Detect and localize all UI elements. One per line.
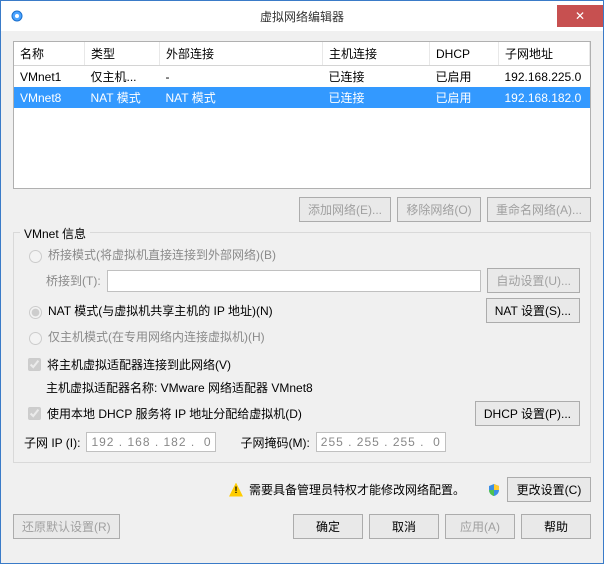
apply-button[interactable]: 应用(A) [445, 514, 515, 539]
use-dhcp-label: 使用本地 DHCP 服务将 IP 地址分配给虚拟机(D) [47, 405, 302, 422]
ok-button[interactable]: 确定 [293, 514, 363, 539]
host-only-label: 仅主机模式(在专用网络内连接虚拟机)(H) [48, 328, 265, 345]
cell-subnet: 192.168.182.0 [499, 87, 590, 108]
rename-network-button[interactable]: 重命名网络(A)... [487, 197, 591, 222]
use-dhcp-row: 使用本地 DHCP 服务将 IP 地址分配给虚拟机(D) DHCP 设置(P).… [24, 401, 580, 426]
col-header[interactable]: 外部连接 [160, 42, 323, 66]
remove-network-button[interactable]: 移除网络(O) [397, 197, 481, 222]
adapter-name-text: 主机虚拟适配器名称: VMware 网络适配器 VMnet8 [46, 379, 313, 396]
cell-name: VMnet1 [14, 66, 85, 88]
col-header[interactable]: 子网地址 [499, 42, 590, 66]
auto-settings-button: 自动设置(U)... [487, 268, 580, 293]
cell-name: VMnet8 [14, 87, 85, 108]
nat-radio [29, 306, 42, 319]
cell-ext: NAT 模式 [160, 87, 323, 108]
cell-dhcp: 已启用 [430, 87, 499, 108]
network-table[interactable]: 名称类型外部连接主机连接DHCP子网地址 VMnet1仅主机...-已连接已启用… [13, 41, 591, 189]
cell-subnet: 192.168.225.0 [499, 66, 590, 88]
shield-icon [487, 483, 501, 497]
change-settings-button[interactable]: 更改设置(C) [507, 477, 591, 502]
warning-text: 需要具备管理员特权才能修改网络配置。 [249, 481, 465, 498]
bridge-to-row: 桥接到(T): 自动设置(U)... [46, 268, 580, 293]
subnet-row: 子网 IP (I): 子网掩码(M): [24, 432, 580, 452]
connect-host-checkbox [28, 358, 41, 371]
cell-ext: - [160, 66, 323, 88]
subnet-mask-input [316, 432, 446, 452]
nat-mode-row: NAT 模式(与虚拟机共享主机的 IP 地址)(N) NAT 设置(S)... [24, 298, 580, 323]
bridge-mode-row: 桥接模式(将虚拟机直接连接到外部网络)(B) [24, 246, 580, 263]
window-title: 虚拟网络编辑器 [1, 8, 603, 25]
cell-type: 仅主机... [85, 66, 160, 88]
subnet-ip-label: 子网 IP (I): [24, 434, 80, 451]
dhcp-settings-button[interactable]: DHCP 设置(P)... [475, 401, 580, 426]
add-network-button[interactable]: 添加网络(E)... [299, 197, 391, 222]
bridge-to-label: 桥接到(T): [46, 272, 101, 289]
dialog-buttons-row: 还原默认设置(R) 确定 取消 应用(A) 帮助 [13, 508, 591, 539]
nat-label: NAT 模式(与虚拟机共享主机的 IP 地址)(N) [48, 302, 273, 319]
warning-icon: ! [229, 483, 243, 497]
content-area: 名称类型外部连接主机连接DHCP子网地址 VMnet1仅主机...-已连接已启用… [1, 31, 603, 563]
titlebar: 虚拟网络编辑器 ✕ [1, 1, 603, 31]
table-row[interactable]: VMnet8NAT 模式NAT 模式已连接已启用192.168.182.0 [14, 87, 590, 108]
vmnet-info-group: VMnet 信息 桥接模式(将虚拟机直接连接到外部网络)(B) 桥接到(T): … [13, 232, 591, 463]
group-title: VMnet 信息 [20, 225, 90, 242]
use-dhcp-checkbox [28, 407, 41, 420]
connect-host-label: 将主机虚拟适配器连接到此网络(V) [47, 356, 231, 373]
cell-type: NAT 模式 [85, 87, 160, 108]
subnet-mask-label: 子网掩码(M): [240, 434, 309, 451]
cancel-button[interactable]: 取消 [369, 514, 439, 539]
warning-row: ! 需要具备管理员特权才能修改网络配置。 更改设置(C) [13, 477, 591, 502]
connect-host-row: 将主机虚拟适配器连接到此网络(V) [24, 355, 580, 374]
col-header[interactable]: DHCP [430, 42, 499, 66]
nat-settings-button[interactable]: NAT 设置(S)... [486, 298, 580, 323]
bridge-label: 桥接模式(将虚拟机直接连接到外部网络)(B) [48, 246, 276, 263]
bridge-to-select [107, 270, 482, 292]
cell-dhcp: 已启用 [430, 66, 499, 88]
virtual-network-editor-window: 虚拟网络编辑器 ✕ 名称类型外部连接主机连接DHCP子网地址 VMnet1仅主机… [0, 0, 604, 564]
host-only-row: 仅主机模式(在专用网络内连接虚拟机)(H) [24, 328, 580, 345]
cell-host: 已连接 [323, 87, 430, 108]
restore-defaults-button[interactable]: 还原默认设置(R) [13, 514, 120, 539]
col-header[interactable]: 名称 [14, 42, 85, 66]
network-buttons-row: 添加网络(E)... 移除网络(O) 重命名网络(A)... [13, 197, 591, 222]
col-header[interactable]: 类型 [85, 42, 160, 66]
host-only-radio [29, 332, 42, 345]
adapter-name-row: 主机虚拟适配器名称: VMware 网络适配器 VMnet8 [46, 379, 580, 396]
col-header[interactable]: 主机连接 [323, 42, 430, 66]
help-button[interactable]: 帮助 [521, 514, 591, 539]
subnet-ip-input [86, 432, 216, 452]
bridge-radio [29, 250, 42, 263]
cell-host: 已连接 [323, 66, 430, 88]
table-row[interactable]: VMnet1仅主机...-已连接已启用192.168.225.0 [14, 66, 590, 88]
